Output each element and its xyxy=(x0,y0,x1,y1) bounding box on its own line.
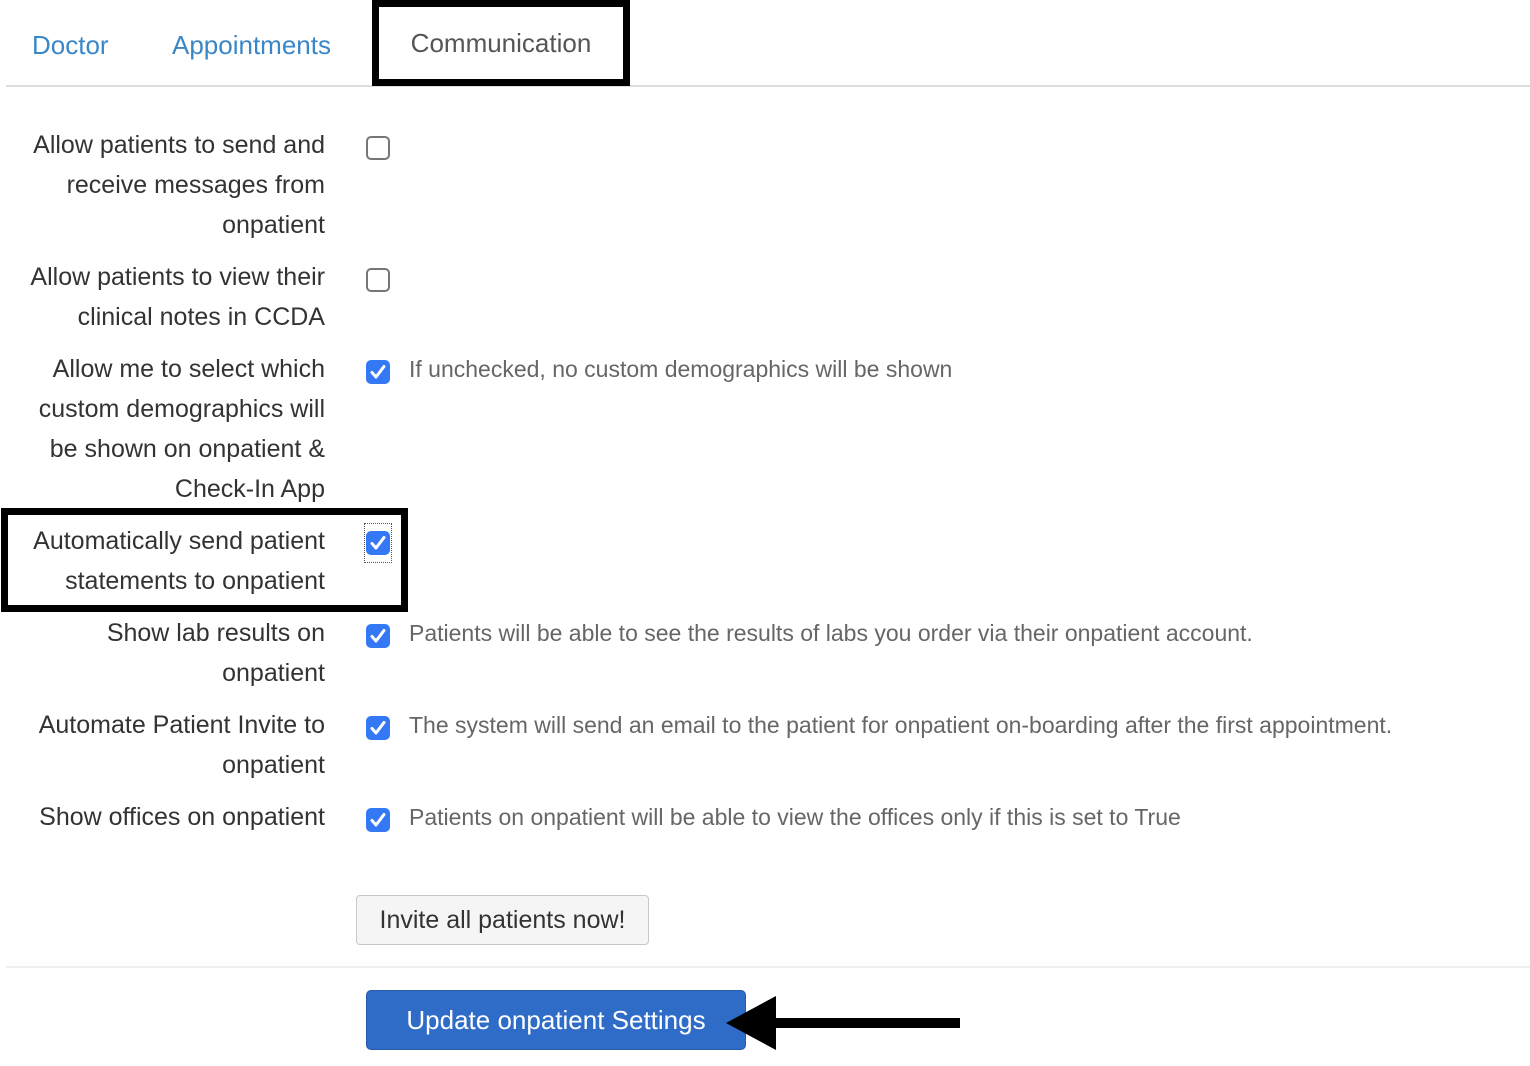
demographics-checkbox[interactable] xyxy=(366,360,390,384)
label-line: Allow patients to view their xyxy=(30,263,325,291)
checkmark-icon xyxy=(370,365,386,379)
label-line: be shown on onpatient & xyxy=(49,435,325,463)
label-line: Check-In App xyxy=(174,475,325,503)
patient-invite-help: The system will send an email to the pat… xyxy=(409,712,1393,738)
label-line: Automate Patient Invite to xyxy=(38,711,325,739)
demographics-help: If unchecked, no custom demographics wil… xyxy=(409,356,953,382)
setting-label: Allow patients to view their clinical no… xyxy=(0,257,325,337)
lab-results-checkbox[interactable] xyxy=(366,624,390,648)
ccda-checkbox[interactable] xyxy=(366,268,390,292)
update-settings-button[interactable]: Update onpatient Settings xyxy=(366,990,746,1050)
checkmark-icon xyxy=(370,629,386,643)
offices-checkbox[interactable] xyxy=(366,808,390,832)
invite-all-patients-button[interactable]: Invite all patients now! xyxy=(356,895,649,945)
label-line: onpatient xyxy=(222,659,325,687)
patient-invite-checkbox[interactable] xyxy=(366,716,390,740)
settings-tabs: Doctor Appointments Communication xyxy=(6,0,1530,87)
tab-communication[interactable]: Communication xyxy=(372,0,630,86)
setting-label: Automate Patient Invite to onpatient xyxy=(0,705,325,785)
lab-results-help: Patients will be able to see the results… xyxy=(409,620,1253,646)
divider xyxy=(6,966,1530,968)
tab-appointments[interactable]: Appointments xyxy=(172,30,331,61)
label-line: Show offices on onpatient xyxy=(39,803,325,831)
setting-label: Show lab results on onpatient xyxy=(0,613,325,693)
label-line: onpatient xyxy=(222,211,325,239)
setting-label: Allow patients to send and receive messa… xyxy=(0,125,325,245)
setting-label: Allow me to select which custom demograp… xyxy=(0,349,325,509)
label-line: clinical notes in CCDA xyxy=(77,303,325,331)
arrow-annotation-icon xyxy=(726,996,960,1050)
checkmark-icon xyxy=(370,721,386,735)
tab-doctor[interactable]: Doctor xyxy=(32,30,109,61)
offices-help: Patients on onpatient will be able to vi… xyxy=(409,804,1181,830)
label-line: onpatient xyxy=(222,751,325,779)
label-line: Allow me to select which xyxy=(52,355,325,383)
label-line: Show lab results on xyxy=(106,619,325,647)
checkmark-icon xyxy=(370,813,386,827)
label-line: receive messages from xyxy=(66,171,325,199)
highlight-annotation-box xyxy=(1,508,408,612)
label-line: Allow patients to send and xyxy=(33,131,325,159)
setting-label: Show offices on onpatient xyxy=(0,797,325,837)
label-line: custom demographics will xyxy=(38,395,325,423)
messages-checkbox[interactable] xyxy=(366,136,390,160)
